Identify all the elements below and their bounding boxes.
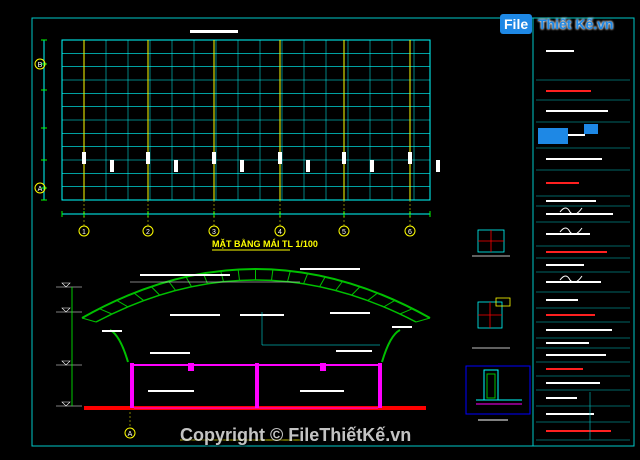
title-block-text-bar [546, 200, 596, 202]
axis-label: 3 [212, 229, 216, 236]
truss-web-member [351, 286, 361, 296]
annotation-bar [150, 352, 190, 354]
level-marker [61, 307, 71, 313]
annotation-bar [392, 326, 412, 328]
axis-label: 4 [278, 229, 282, 236]
truss-web-member [133, 292, 145, 301]
annotation-bar [336, 350, 372, 352]
truss-web-member [383, 299, 396, 308]
title-block-text-bar [546, 110, 608, 112]
axis-label-a: A [38, 186, 43, 193]
title-block-text-bar [546, 382, 600, 384]
truss-web-member [287, 270, 291, 282]
annotation-bar [300, 268, 360, 270]
column-marker [436, 160, 440, 172]
truss-web-member [116, 299, 129, 308]
title-block-text-bar [546, 90, 591, 92]
column-marker [82, 152, 86, 164]
title-block-text-bar [546, 329, 612, 331]
truss-web-member [99, 308, 113, 315]
purlin-lines [62, 39, 430, 201]
title-block-text-bar [546, 213, 613, 215]
title-block-text-bar [546, 413, 594, 415]
annotation-bar [102, 330, 122, 332]
axis-label: 1 [82, 229, 86, 236]
truss-web-member [319, 276, 326, 287]
title-block-text-bar [546, 233, 590, 235]
level-marker [61, 360, 71, 366]
column-marker [278, 152, 282, 164]
level-marker [61, 401, 71, 407]
section-axis-label: A [128, 431, 133, 438]
title-block-text-bar [546, 264, 584, 266]
annotation-bar [170, 314, 220, 316]
truss-web-member [415, 317, 431, 323]
plan-header-bar [190, 30, 238, 33]
annotation-bar [300, 390, 344, 392]
title-block-text-bar [546, 397, 577, 399]
portal-frame [130, 363, 382, 409]
truss-web-member [168, 280, 177, 291]
title-block-text-bar [546, 158, 602, 160]
column-marker [240, 160, 244, 172]
copyright-watermark: Copyright © FileThiếtKế.vn [180, 425, 412, 445]
column-marker [212, 152, 216, 164]
axis-label: 5 [342, 229, 346, 236]
column-marker [342, 152, 346, 164]
detail-1 [472, 229, 510, 257]
title-block-text-bar [546, 182, 579, 184]
company-logo-block [538, 128, 568, 144]
column-marker [370, 160, 374, 172]
truss-web-member [237, 269, 241, 281]
column-marker [174, 160, 178, 172]
truss-web-member [150, 286, 161, 296]
title-block-text-bar [546, 50, 574, 52]
column-markers [82, 152, 440, 172]
annotation-bar [148, 390, 194, 392]
truss-web-member [271, 269, 274, 281]
roof-plan: 1 2 3 4 5 6 B A MẶT BẰNG MÁI TL 1/100 [34, 30, 440, 251]
title-block-text-bar [546, 430, 611, 432]
title-block-text-bar [546, 314, 595, 316]
detail-3 [465, 365, 531, 421]
annotation-bar [330, 312, 370, 314]
title-block-text-bar [546, 368, 583, 370]
site-logo: File Thiết Kế.vn [500, 14, 620, 40]
level-marker [61, 282, 71, 288]
truss-web-member [220, 270, 225, 282]
logo-rest-label: Thiết Kế.vn [538, 16, 614, 32]
axis-label: 6 [408, 229, 412, 236]
column-marker [110, 160, 114, 172]
annotation-bar [140, 274, 230, 276]
level-marks [56, 282, 82, 407]
truss-web-member [303, 273, 309, 284]
truss-web-member [335, 280, 344, 291]
truss-web-member [81, 317, 97, 323]
column-marker [306, 160, 310, 172]
truss-web-member [367, 292, 378, 301]
drawing-border [31, 17, 635, 447]
cad-drawing-canvas: 1 2 3 4 5 6 B A MẶT BẰNG MÁI TL 1/100 A [31, 17, 635, 447]
roof-section: A [56, 268, 431, 441]
company-logo-mark [584, 124, 598, 134]
title-block-text-bar [546, 342, 589, 344]
column-marker [408, 152, 412, 164]
title-block-text-bar [546, 299, 578, 301]
title-block [536, 50, 630, 441]
title-block-text-bar [546, 354, 606, 356]
logo-file-label: File [500, 14, 533, 34]
axis-label-b: B [38, 62, 43, 69]
horizontal-axis-bubbles: 1 2 3 4 5 6 [78, 200, 416, 237]
section-axis-bubble: A [124, 412, 136, 439]
column-marker [146, 152, 150, 164]
plan-title: MẶT BẰNG MÁI TL 1/100 [212, 239, 318, 249]
detail-2 [472, 297, 511, 349]
axis-label: 2 [146, 229, 150, 236]
title-block-text-bar [546, 251, 607, 253]
truss-web-member [399, 308, 413, 315]
